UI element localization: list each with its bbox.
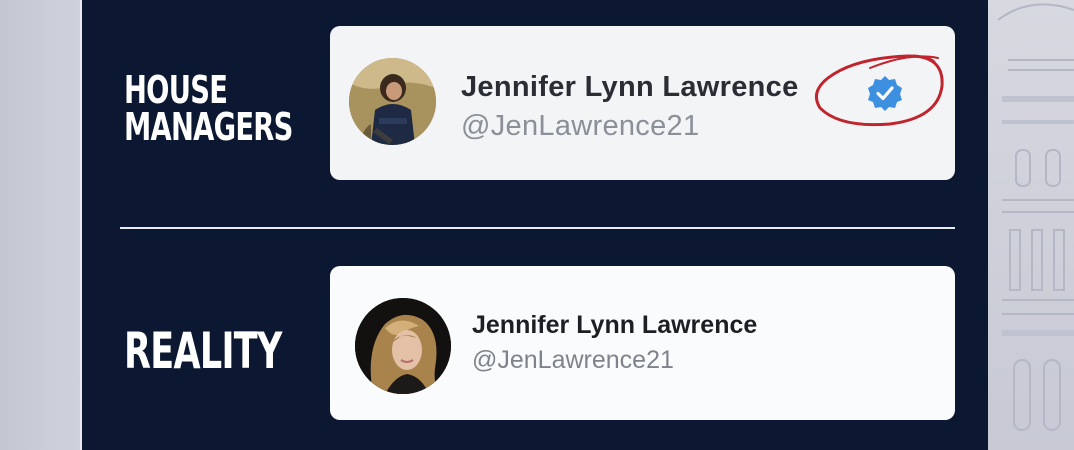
avatar-image [355, 298, 451, 394]
avatar[interactable] [349, 58, 436, 145]
section-divider [120, 227, 955, 229]
profile-name[interactable]: Jennifer Lynn Lawrence [461, 71, 799, 104]
label-line-2: MANAGERS [124, 105, 293, 150]
avatar-image [349, 58, 436, 145]
house-managers-label: HOUSE MANAGERS [124, 68, 293, 150]
avatar[interactable] [355, 298, 451, 394]
slide: HOUSE MANAGERS REALITY Jennifer Lynn Law… [0, 0, 1074, 450]
label-line-1: HOUSE [124, 68, 228, 112]
profile-handle[interactable]: @JenLawrence21 [472, 346, 674, 375]
profile-name[interactable]: Jennifer Lynn Lawrence [472, 311, 757, 340]
capitol-backdrop [988, 0, 1074, 450]
reality-label: REALITY [124, 322, 282, 380]
panel-left-border [80, 0, 82, 450]
red-circle-annotation [814, 54, 944, 127]
capitol-illustration [997, 3, 1074, 431]
profile-handle[interactable]: @JenLawrence21 [461, 110, 699, 143]
